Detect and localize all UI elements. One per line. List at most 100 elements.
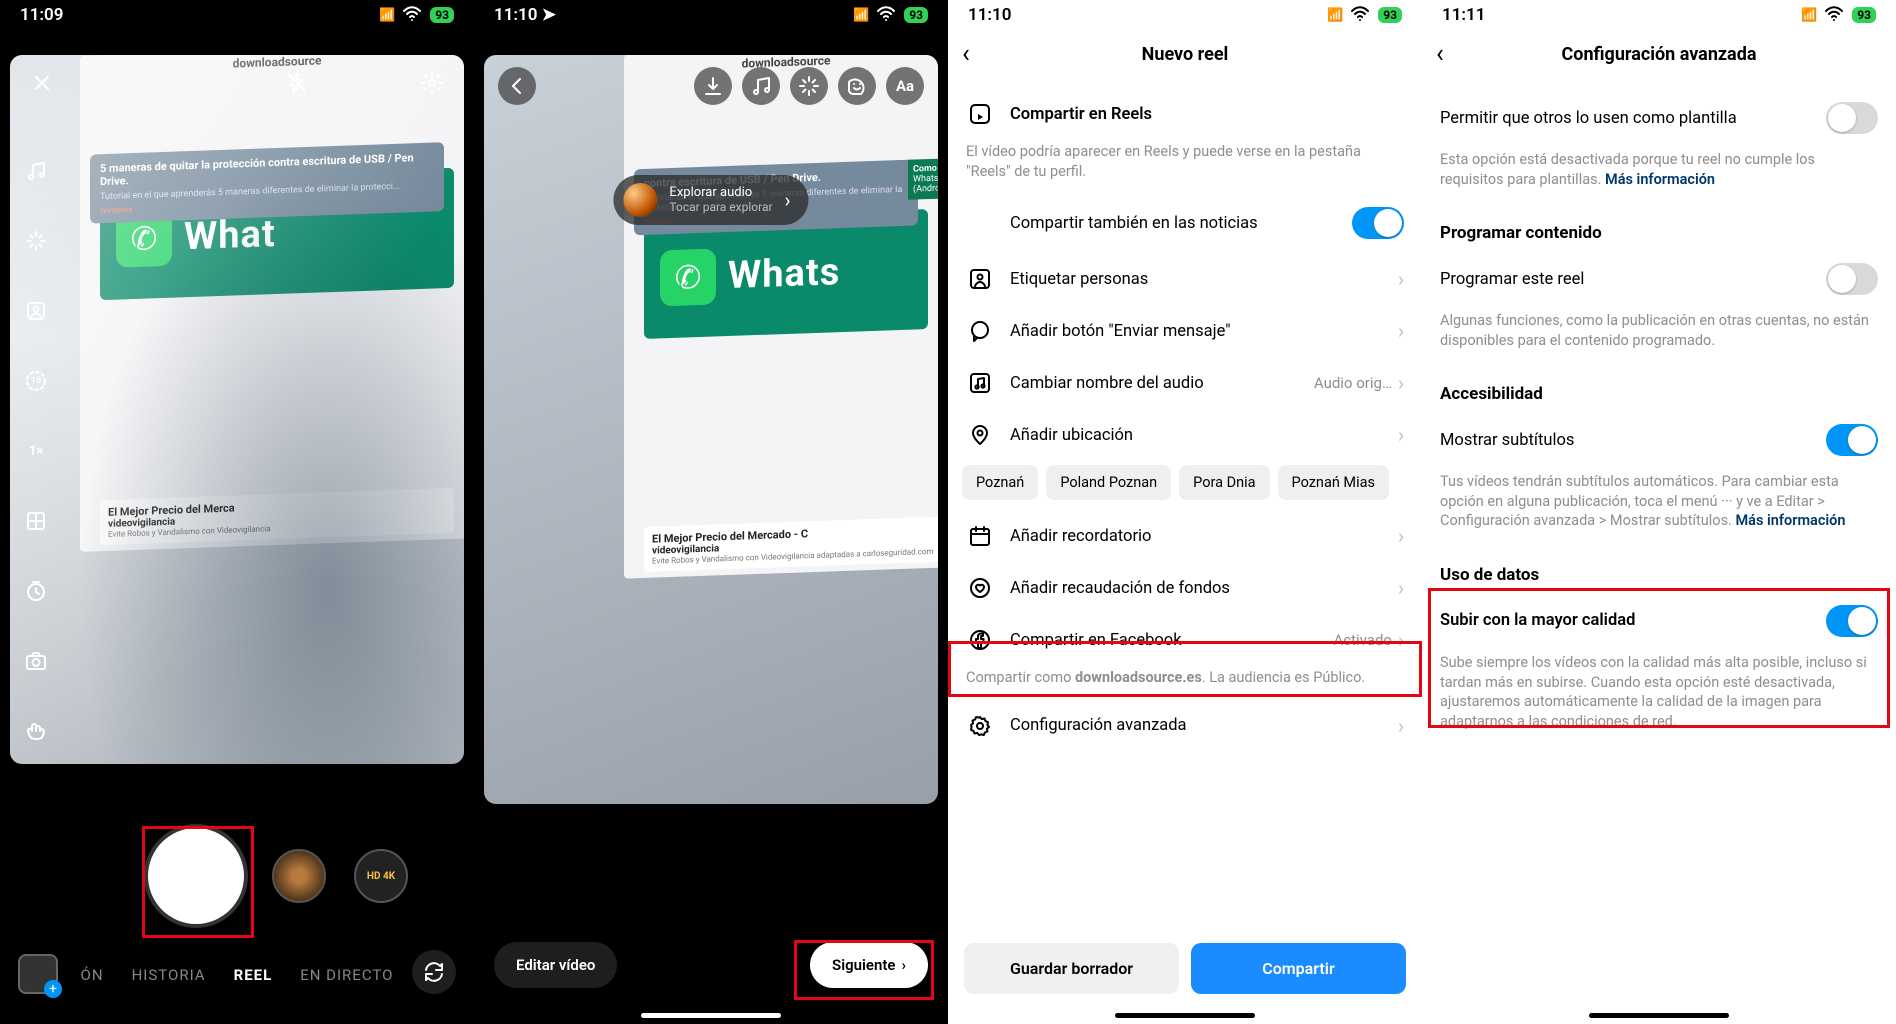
camera-flip-button[interactable] <box>412 950 456 994</box>
row-label: Permitir que otros lo usen como plantill… <box>1440 109 1810 128</box>
music-icon[interactable] <box>742 67 780 105</box>
green-screen-icon[interactable] <box>20 295 52 327</box>
row-share-facebook[interactable]: Compartir en Facebook Activado› <box>948 614 1422 666</box>
mock-article-tag: Windows <box>100 195 434 216</box>
gallery-button[interactable] <box>18 954 58 994</box>
row-label: Compartir en Facebook <box>1010 631 1317 650</box>
status-bar: 11:09 📶 93 <box>0 0 474 30</box>
download-icon[interactable] <box>694 67 732 105</box>
row-label: Cambiar nombre del audio <box>1010 374 1298 393</box>
row-label: Añadir ubicación <box>1010 426 1382 445</box>
mode-directo[interactable]: EN DIRECTO <box>300 966 393 984</box>
whatsapp-icon: ✆ <box>660 248 716 306</box>
chip[interactable]: Poznań Mias <box>1278 465 1389 500</box>
status-time: 11:10 ➤ <box>494 5 556 25</box>
toggle-upload-hq[interactable] <box>1826 605 1878 637</box>
row-rename-audio[interactable]: Cambiar nombre del audio Audio orig…› <box>948 357 1422 409</box>
chevron-right-icon: › <box>1398 267 1404 291</box>
mock-article-sub: Tutorial en el que aprenderás 5 maneras … <box>100 181 434 203</box>
layout-icon[interactable] <box>20 505 52 537</box>
toggle-captions[interactable] <box>1826 424 1878 456</box>
back-button[interactable]: ‹ <box>962 39 970 69</box>
chip[interactable]: Poznań <box>962 465 1038 500</box>
chevron-right-icon: › <box>1398 371 1404 395</box>
effect-thumb-hd[interactable]: HD 4K <box>354 849 408 903</box>
share-button[interactable]: Compartir <box>1191 943 1406 994</box>
text-icon[interactable]: Aa <box>886 67 924 105</box>
music-icon[interactable] <box>20 155 52 187</box>
toggle-template[interactable] <box>1826 102 1878 134</box>
chevron-right-icon: › <box>1398 319 1404 343</box>
mode-historia[interactable]: HISTORIA <box>132 966 206 984</box>
calendar-icon <box>966 524 994 548</box>
sparkle-icon[interactable] <box>790 67 828 105</box>
location-icon: ➤ <box>542 5 556 25</box>
chevron-right-icon: › <box>1398 524 1404 548</box>
mock-tabs: Todo PC Mobil <box>80 142 464 169</box>
share-reels-desc: El vídeo podría aparecer en Reels y pued… <box>948 140 1422 193</box>
shutter-button[interactable] <box>148 828 244 924</box>
chevron-right-icon: › <box>1398 423 1404 447</box>
row-schedule[interactable]: Programar este reel <box>1422 249 1896 309</box>
next-label: Siguiente <box>832 956 895 974</box>
toggle-share-feed[interactable] <box>1352 207 1404 239</box>
chip[interactable]: Poland Poznan <box>1046 465 1171 500</box>
location-icon <box>966 423 994 447</box>
mock-whatsapp-text: What <box>184 212 276 259</box>
row-label: Subir con la mayor calidad <box>1440 611 1810 630</box>
page-title: Configuración avanzada <box>1562 44 1757 65</box>
close-icon[interactable] <box>26 67 58 99</box>
mock-ad: El Mejor Precio del Mercado - C videovig… <box>644 516 938 572</box>
effects-icon[interactable] <box>20 225 52 257</box>
mode-reel[interactable]: REEL <box>234 966 273 984</box>
duration-icon[interactable]: 15 <box>20 365 52 397</box>
row-share-feed[interactable]: Compartir también en las noticias <box>948 193 1422 253</box>
battery-badge: 93 <box>904 7 928 23</box>
wifi-icon <box>400 1 424 29</box>
sticker-icon[interactable] <box>838 67 876 105</box>
back-button[interactable]: ‹ <box>1436 39 1444 69</box>
heart-circle-icon <box>966 576 994 600</box>
effect-thumb-1[interactable] <box>272 849 326 903</box>
camera-modes[interactable]: ÓN HISTORIA REEL EN DIRECTO <box>0 966 474 984</box>
row-upload-hq[interactable]: Subir con la mayor calidad <box>1422 591 1896 651</box>
signal-icon: 📶 <box>1327 8 1342 23</box>
edit-video-button[interactable]: Editar vídeo <box>494 942 617 988</box>
gesture-icon[interactable] <box>20 715 52 747</box>
row-add-fundraiser[interactable]: Añadir recaudación de fondos › <box>948 562 1422 614</box>
row-message-button[interactable]: Añadir botón "Enviar mensaje" › <box>948 305 1422 357</box>
chevron-right-icon: › <box>901 956 906 974</box>
status-time: 11:09 <box>20 5 63 25</box>
row-template[interactable]: Permitir que otros lo usen como plantill… <box>1422 88 1896 148</box>
panel-edit: 11:10 ➤ 📶 93 downloadsource contra escri… <box>474 0 948 1024</box>
panel-camera: 11:09 📶 93 downloadsource 5 maneras de q… <box>0 0 474 1024</box>
back-button[interactable] <box>498 67 536 105</box>
explore-audio-pill[interactable]: Explorar audio Tocar para explorar › <box>613 175 808 225</box>
more-info-link[interactable]: Más información <box>1735 512 1845 529</box>
row-tag-people[interactable]: Etiquetar personas › <box>948 253 1422 305</box>
mode-on[interactable]: ÓN <box>81 966 104 984</box>
timer-icon[interactable] <box>20 575 52 607</box>
whatsapp-icon: ✆ <box>116 210 172 268</box>
more-info-link[interactable]: Más información <box>1605 171 1715 188</box>
mock-ad: El Mejor Precio del Merca videovigilanci… <box>100 488 454 545</box>
chip[interactable]: Pora Dnia <box>1179 465 1269 500</box>
edit-bottom-bar: Editar vídeo Siguiente › <box>474 942 948 988</box>
row-add-location[interactable]: Añadir ubicación › <box>948 409 1422 461</box>
signal-icon: 📶 <box>853 8 868 23</box>
settings-icon[interactable] <box>416 67 448 99</box>
flash-off-icon[interactable] <box>281 67 313 99</box>
status-bar: 11:10 📶 93 <box>948 0 1422 30</box>
edit-viewport: downloadsource contra escritura de USB /… <box>484 55 938 804</box>
row-captions[interactable]: Mostrar subtítulos <box>1422 410 1896 470</box>
camera-tool-rail: 15 1× <box>20 155 52 747</box>
shutter-row: HD 4K <box>0 828 474 924</box>
zoom-1x-icon[interactable]: 1× <box>20 435 52 467</box>
toggle-schedule[interactable] <box>1826 263 1878 295</box>
row-advanced-config[interactable]: Configuración avanzada › <box>948 700 1422 752</box>
row-add-reminder[interactable]: Añadir recordatorio › <box>948 510 1422 562</box>
battery-badge: 93 <box>1378 7 1402 23</box>
next-button[interactable]: Siguiente › <box>810 942 928 988</box>
save-draft-button[interactable]: Guardar borrador <box>964 943 1179 994</box>
dual-camera-icon[interactable] <box>20 645 52 677</box>
